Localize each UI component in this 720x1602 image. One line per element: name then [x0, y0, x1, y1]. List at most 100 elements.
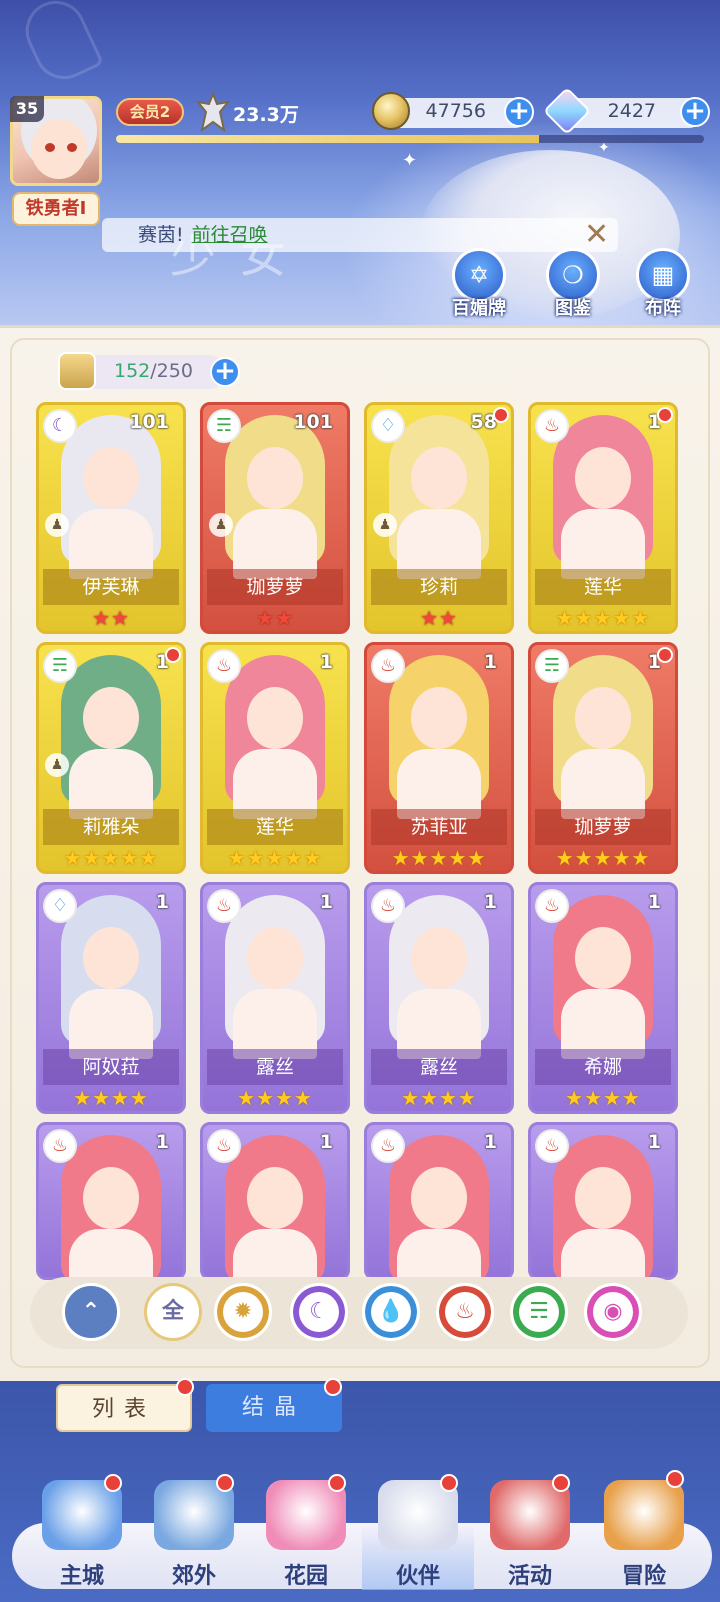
notification-dot [666, 1470, 684, 1488]
star-rating: ★★ [256, 606, 294, 630]
gallery-button[interactable]: ❍ 图鉴 [540, 248, 606, 319]
arcane-orb-icon[interactable]: ◉ [584, 1283, 642, 1341]
card-name: 苏菲亚 [371, 809, 507, 845]
nav-heart-garden[interactable]: 花园 [250, 1480, 362, 1590]
card-portrait-face [247, 447, 303, 509]
notification-dot [176, 1378, 194, 1396]
card-portrait-body [561, 1229, 645, 1277]
water-element-icon: ♢ [371, 409, 405, 443]
partner-card[interactable]: ☴ 101 ♟ 珈萝萝 ★★ [200, 402, 350, 634]
star-rating: ★★★★ [401, 1086, 477, 1110]
card-portrait-body [233, 1229, 317, 1277]
tab-crystal[interactable]: 结晶 [206, 1384, 342, 1432]
nav-label: 主城 [59, 1564, 104, 1589]
card-level: 101 [293, 411, 333, 433]
card-level: 1 [155, 891, 169, 913]
combat-power-icon [196, 92, 230, 132]
compass-sword-icon [604, 1480, 684, 1550]
card-deck-button[interactable]: ✡ 百媚牌 [446, 248, 512, 319]
card-name: 珈萝萝 [535, 809, 671, 845]
partner-card[interactable]: ♨ 1 露丝 ★★★★ [200, 882, 350, 1114]
partner-card[interactable]: ☾ 101 ♟ 伊芙琳 ★★ [36, 402, 186, 634]
card-portrait-face [83, 927, 139, 989]
sun-icon[interactable]: ✹ [214, 1283, 272, 1341]
player-name[interactable]: 铁勇者I [12, 192, 100, 226]
card-portrait-body [69, 1229, 153, 1277]
card-name: 莉雅朵 [43, 809, 179, 845]
wind-element-icon: ☴ [207, 409, 241, 443]
capacity-text: 152/250 [114, 360, 193, 382]
card-portrait-face [575, 687, 631, 749]
card-level: 1 [155, 1131, 169, 1153]
fire-element-icon: ♨ [207, 649, 241, 683]
water-drop-icon[interactable]: 💧 [362, 1283, 420, 1341]
nav-compass-sword[interactable]: 冒险 [588, 1480, 700, 1590]
partner-card[interactable]: ☴ 1 ♟ 莉雅朵 ★★★★★ [36, 642, 186, 874]
card-level: 1 [319, 1131, 333, 1153]
sort-up-icon[interactable]: ⌃ [62, 1283, 120, 1341]
partner-card[interactable]: ♨ 1 莲华 ★★★★★ [528, 402, 678, 634]
fire-element-icon: ♨ [535, 1129, 569, 1163]
partner-card[interactable]: ♨ 1 [200, 1122, 350, 1280]
partner-card[interactable]: ♨ 1 露丝 ★★★★ [364, 882, 514, 1114]
partner-card[interactable]: ♢ 1 阿奴菈 ★★★★ [36, 882, 186, 1114]
card-name: 伊芙琳 [43, 569, 179, 605]
nav-portal[interactable]: 郊外 [138, 1480, 250, 1590]
tab-list[interactable]: 列表 [56, 1384, 192, 1432]
card-name: 露丝 [207, 1049, 343, 1085]
partner-card[interactable]: ♨ 1 苏菲亚 ★★★★★ [364, 642, 514, 874]
star-rating: ★★★★ [565, 1086, 641, 1110]
water-element-icon: ♢ [43, 889, 77, 923]
fire-icon[interactable]: ♨ [436, 1283, 494, 1341]
expand-capacity-button[interactable]: + [210, 357, 240, 387]
vip-badge[interactable]: 会员2 [116, 98, 184, 126]
fire-element-icon: ♨ [371, 1129, 405, 1163]
partner-card[interactable]: ♨ 1 [364, 1122, 514, 1280]
notification-dot [657, 647, 673, 663]
add-gems-button[interactable]: + [680, 97, 710, 127]
fire-element-icon: ♨ [43, 1129, 77, 1163]
fire-element-icon: ♨ [535, 409, 569, 443]
nav-label: 郊外 [171, 1564, 216, 1589]
nav-castle[interactable]: 主城 [26, 1480, 138, 1590]
close-icon[interactable]: ✕ [584, 218, 614, 252]
card-portrait-face [575, 1167, 631, 1229]
card-portrait-face [83, 1167, 139, 1229]
partner-card[interactable]: ♨ 1 [36, 1122, 186, 1280]
add-coins-button[interactable]: + [504, 97, 534, 127]
partner-card[interactable]: ☴ 1 珈萝萝 ★★★★★ [528, 642, 678, 874]
card-portrait-face [247, 687, 303, 749]
partner-card[interactable]: ♨ 1 [528, 1122, 678, 1280]
wind-icon[interactable]: ☴ [510, 1283, 568, 1341]
star-rating: ★★★★ [237, 1086, 313, 1110]
card-portrait-face [247, 927, 303, 989]
nav-label: 冒险 [621, 1564, 666, 1589]
card-level: 1 [483, 651, 497, 673]
star-rating: ★★★★★ [555, 606, 651, 630]
card-level: 1 [319, 651, 333, 673]
card-name: 珈萝萝 [207, 569, 343, 605]
fire-element-icon: ♨ [207, 1129, 241, 1163]
card-portrait-face [411, 447, 467, 509]
card-portrait-face [575, 927, 631, 989]
card-level: 1 [483, 1131, 497, 1153]
coin-value: 47756 [425, 100, 486, 122]
sparkle-icon: ✦ [402, 150, 418, 171]
partner-card[interactable]: ♢ 58 ♟ 珍莉 ★★ [364, 402, 514, 634]
moon-icon[interactable]: ☾ [290, 1283, 348, 1341]
notification-dot [657, 407, 673, 423]
all-filter-icon[interactable]: 全 [144, 1283, 202, 1341]
avatar-face [31, 119, 87, 179]
card-level: 101 [129, 411, 169, 433]
moon-element-icon: ☾ [43, 409, 77, 443]
partner-card[interactable]: ♨ 1 希娜 ★★★★ [528, 882, 678, 1114]
nav-partner-avatar[interactable]: 伙伴 [362, 1480, 474, 1590]
formation-button[interactable]: ▦ 布阵 [630, 248, 696, 319]
go-summon-link[interactable]: 前往召唤 [192, 224, 268, 246]
card-name: 露丝 [371, 1049, 507, 1085]
notice-text: 赛茵! [138, 224, 184, 246]
star-rating: ★★★★★ [555, 846, 651, 870]
partner-card[interactable]: ♨ 1 莲华 ★★★★★ [200, 642, 350, 874]
nav-label: 活动 [507, 1564, 552, 1589]
nav-gift-box[interactable]: 活动 [474, 1480, 586, 1590]
